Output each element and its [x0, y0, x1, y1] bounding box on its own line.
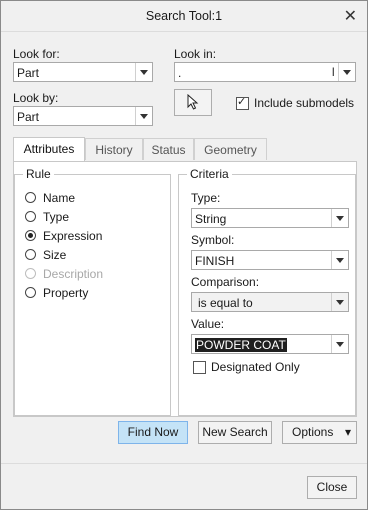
value-label: Value: [191, 317, 225, 331]
look-by-dropdown[interactable]: Part [13, 106, 153, 126]
search-tool-window: Search Tool:1 ✕ Look for: Part Look by: … [0, 0, 368, 510]
rule-property-radio[interactable] [25, 287, 36, 298]
look-in-label: Look in: [174, 47, 217, 61]
rule-size-radio[interactable] [25, 249, 36, 260]
value-text[interactable]: POWDER COAT [195, 338, 287, 352]
value-dropdown[interactable]: POWDER COAT [191, 334, 349, 354]
window-title: Search Tool:1 [145, 9, 223, 23]
tab-geometry[interactable]: Geometry [194, 138, 267, 160]
comparison-dropdown[interactable]: is equal to [191, 292, 349, 312]
chevron-down-icon[interactable] [331, 293, 348, 311]
arrow-pointer-icon [187, 93, 199, 110]
title-bar[interactable]: Search Tool:1 ✕ [1, 1, 367, 32]
rule-expression-radio[interactable] [25, 230, 36, 241]
rule-type-label: Type [43, 210, 70, 224]
type-dropdown[interactable]: String [191, 208, 349, 228]
include-submodels-checkbox[interactable] [236, 95, 249, 110]
rule-name-radio[interactable] [25, 192, 36, 203]
type-label: Type: [191, 191, 221, 205]
close-button[interactable]: Close [307, 476, 357, 499]
look-for-value: Part [17, 66, 40, 80]
rule-type-radio[interactable] [25, 211, 36, 222]
chevron-down-icon[interactable] [135, 107, 152, 125]
type-value: String [195, 212, 227, 226]
look-in-value: . [178, 66, 182, 80]
rule-group: Rule Name Type Expression Size Descripti… [14, 167, 171, 416]
rule-expression-label: Expression [43, 229, 103, 243]
chevron-down-icon[interactable] [331, 335, 348, 353]
options-button[interactable]: Options ▾ [282, 421, 357, 444]
rule-description-radio [25, 268, 36, 279]
symbol-value: FINISH [195, 254, 235, 268]
look-by-label: Look by: [13, 91, 59, 105]
look-in-dropdown[interactable]: . I [174, 62, 356, 82]
chevron-down-icon[interactable] [135, 63, 152, 81]
chevron-down-icon[interactable] [331, 209, 348, 227]
new-search-button[interactable]: New Search [198, 421, 272, 444]
look-for-label: Look for: [13, 47, 60, 61]
rule-name-label: Name [43, 191, 76, 205]
look-for-dropdown[interactable]: Part [13, 62, 153, 82]
rule-title: Rule [23, 167, 54, 181]
tab-status[interactable]: Status [143, 138, 194, 160]
find-now-button[interactable]: Find Now [118, 421, 188, 444]
attributes-panel: Rule Name Type Expression Size Descripti… [13, 161, 357, 417]
symbol-label: Symbol: [191, 233, 235, 247]
close-icon[interactable]: ✕ [344, 6, 357, 26]
criteria-group: Criteria Type: String Symbol: FINISH Com… [178, 167, 356, 416]
look-by-value: Part [17, 110, 40, 124]
include-submodels-label: Include submodels [254, 96, 355, 110]
chevron-down-icon: ▾ [344, 425, 351, 439]
footer-divider [1, 463, 367, 464]
rule-description-label: Description [43, 267, 104, 281]
symbol-dropdown[interactable]: FINISH [191, 250, 349, 270]
text-cursor-icon: I [331, 65, 335, 79]
chevron-down-icon[interactable] [331, 251, 348, 269]
options-label: Options [292, 425, 334, 439]
comparison-label: Comparison: [191, 275, 260, 289]
tab-attributes[interactable]: Attributes [13, 137, 85, 162]
rule-property-label: Property [43, 286, 89, 300]
designated-only-label: Designated Only [211, 360, 300, 374]
comparison-value: is equal to [198, 296, 253, 310]
chevron-down-icon[interactable] [338, 63, 355, 81]
criteria-title: Criteria [187, 167, 232, 181]
pick-model-button[interactable] [174, 89, 212, 116]
rule-size-label: Size [43, 248, 67, 262]
designated-only-checkbox[interactable] [193, 361, 206, 374]
tab-history[interactable]: History [85, 138, 143, 160]
